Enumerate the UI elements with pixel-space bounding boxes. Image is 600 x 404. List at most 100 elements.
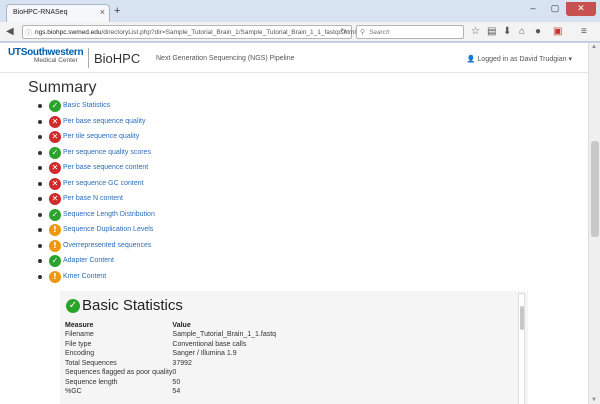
cell-value: Sample_Tutorial_Brain_1_1.fastq	[172, 331, 277, 339]
cell-measure: Sequence length	[65, 378, 118, 386]
window-controls: – ▢ ✕	[522, 2, 596, 16]
module-link[interactable]: Per base sequence content	[63, 164, 148, 171]
scroll-up-icon[interactable]: ▲	[591, 44, 597, 50]
user-menu[interactable]: 👤 Logged in as David Trudgian ▾	[467, 55, 572, 63]
warn-icon: !	[49, 270, 61, 283]
reload-icon[interactable]: ↻	[340, 27, 347, 36]
url-host: ngs.biohpc.swmed.edu	[35, 29, 102, 36]
summary-heading: Summary	[28, 79, 97, 96]
panel-scroll-thumb[interactable]	[520, 306, 524, 330]
module-link[interactable]: Basic Statistics	[63, 102, 110, 109]
cell-measure: %GC	[65, 388, 82, 396]
user-label: Logged in as David Trudgian	[477, 56, 567, 63]
maximize-icon[interactable]: ▢	[544, 2, 566, 16]
page-scroll-thumb[interactable]	[591, 141, 599, 237]
cell-value: 0	[172, 369, 177, 377]
module-link[interactable]: Kmer Content	[63, 273, 106, 280]
pipeline-title: Next Generation Sequencing (NGS) Pipelin…	[156, 55, 295, 62]
bullet	[38, 274, 42, 279]
bullet	[38, 119, 42, 124]
bullet	[38, 243, 42, 248]
warn-icon: !	[49, 224, 61, 236]
search-bar[interactable]: ⚲	[356, 25, 464, 39]
search-icon: ⚲	[360, 29, 366, 36]
module-link[interactable]: Sequence Duplication Levels	[63, 226, 153, 233]
url-path: /directoryList.php?dir=Sample_Tutorial_B…	[101, 29, 356, 36]
bullet	[38, 104, 42, 108]
table-row: Sequence length 50	[65, 378, 276, 388]
browser-tab[interactable]: BioHPC-RNASeq ×	[6, 4, 110, 22]
tab-close-icon[interactable]: ×	[100, 7, 105, 17]
cell-value: 37992	[172, 359, 192, 367]
page-scrollbar[interactable]: ▲ ▼	[588, 43, 600, 404]
utsw-logo[interactable]: UTSouthwestern Medical Center	[8, 47, 84, 64]
stats-table: Measure Value Filename Sample_Tutorial_Br…	[65, 321, 276, 397]
bullet	[38, 150, 42, 155]
cell-value: Sanger / Illumina 1.9	[172, 350, 237, 358]
module-link[interactable]: Per sequence quality scores	[63, 149, 151, 156]
chat-icon[interactable]: ●	[535, 26, 541, 38]
site-header: UTSouthwestern Medical Center BioHPC Nex…	[0, 43, 588, 73]
fail-icon: ✕	[49, 131, 61, 143]
column-header: Value	[172, 322, 191, 329]
url-text[interactable]: ngs.biohpc.swmed.edu/directoryList.php?d…	[35, 29, 356, 36]
cell-measure: Encoding	[65, 350, 95, 358]
site-info-icon[interactable]: ⓘ	[25, 28, 32, 38]
tab-title: BioHPC-RNASeq	[13, 9, 68, 16]
cell-value: 50	[172, 378, 181, 386]
bookmark-star-icon[interactable]: ☆	[471, 26, 480, 38]
new-tab-icon[interactable]: +	[114, 6, 120, 17]
window-close-icon[interactable]: ✕	[566, 2, 596, 16]
download-icon[interactable]: ⬇	[503, 26, 511, 38]
column-header: Measure	[65, 322, 94, 329]
caret-down-icon: ▾	[568, 56, 572, 63]
table-row: Sequences flagged as poor quality 0	[65, 368, 276, 378]
reading-list-icon[interactable]: ▤	[487, 26, 496, 38]
cell-measure: Total Sequences	[65, 359, 117, 367]
logo-mc-text: Medical Center	[34, 57, 78, 64]
module-link[interactable]: Overrepresented sequences	[63, 242, 151, 249]
basic-stats-panel: ✓ Basic Statistics Measure Value Filenam…	[60, 291, 528, 404]
home-icon[interactable]: ⌂	[519, 26, 525, 38]
module-link[interactable]: Adapter Content	[63, 257, 114, 264]
bullet	[38, 181, 42, 186]
addon-icon[interactable]: ▣	[553, 26, 562, 38]
pass-icon: ✓	[49, 208, 61, 221]
module-link[interactable]: Per base N content	[63, 195, 123, 202]
user-icon: 👤	[466, 56, 476, 63]
cell-value: 54	[172, 388, 181, 396]
panel-title: Basic Statistics	[82, 297, 183, 314]
bullet	[38, 259, 42, 263]
module-link[interactable]: Per base sequence quality	[63, 118, 146, 125]
menu-icon[interactable]: ≡	[581, 26, 587, 38]
url-bar[interactable]: ⓘ ngs.biohpc.swmed.edu/directoryList.php…	[22, 25, 356, 39]
pass-icon: ✓	[49, 100, 61, 112]
table-row: File type Conventional base calls	[65, 340, 276, 350]
search-input[interactable]	[369, 28, 461, 37]
cell-measure: Sequences flagged as poor quality	[65, 369, 173, 377]
panel-scrollbar[interactable]	[518, 293, 525, 404]
cell-value: Conventional base calls	[172, 340, 247, 348]
fail-icon: ✕	[49, 177, 61, 190]
bullet	[38, 228, 42, 232]
table-header-row: Measure Value	[65, 321, 276, 330]
header-divider	[88, 48, 89, 68]
fail-icon: ✕	[49, 115, 61, 128]
browser-titlebar: BioHPC-RNASeq × + – ▢ ✕	[0, 0, 600, 22]
table-row: %GC 54	[65, 387, 276, 397]
brand-link[interactable]: BioHPC	[94, 51, 140, 66]
bullet	[38, 212, 42, 217]
table-row: Encoding Sanger / Illumina 1.9	[65, 349, 276, 359]
bullet	[38, 166, 42, 170]
module-link[interactable]: Per tile sequence quality	[63, 133, 139, 140]
cell-measure: File type	[65, 340, 92, 348]
table-row: Filename Sample_Tutorial_Brain_1_1.fastq	[65, 330, 276, 340]
back-icon[interactable]: ◀	[6, 26, 14, 38]
scroll-down-icon[interactable]: ▼	[591, 397, 597, 403]
warn-icon: !	[49, 239, 61, 252]
fail-icon: ✕	[49, 193, 61, 205]
module-link[interactable]: Per sequence GC content	[63, 180, 144, 187]
minimize-icon[interactable]: –	[522, 2, 544, 16]
module-link[interactable]: Sequence Length Distribution	[63, 211, 155, 218]
bullet	[38, 135, 42, 139]
